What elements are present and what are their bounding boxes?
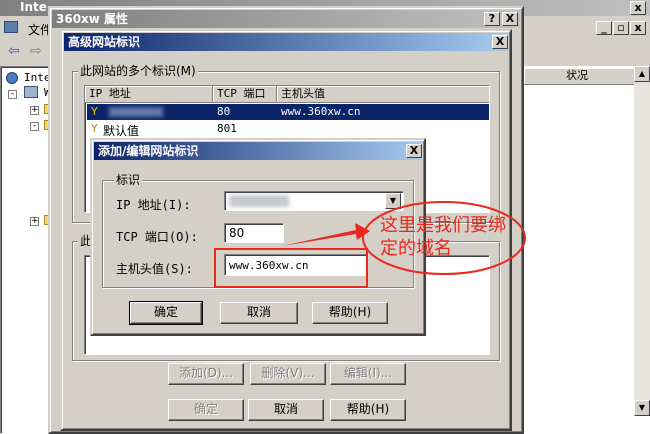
annotation-overlay [282,201,526,275]
annotation-text: 这里是我们要绑定的域名 [380,215,506,259]
annotation-arrow [282,223,370,246]
